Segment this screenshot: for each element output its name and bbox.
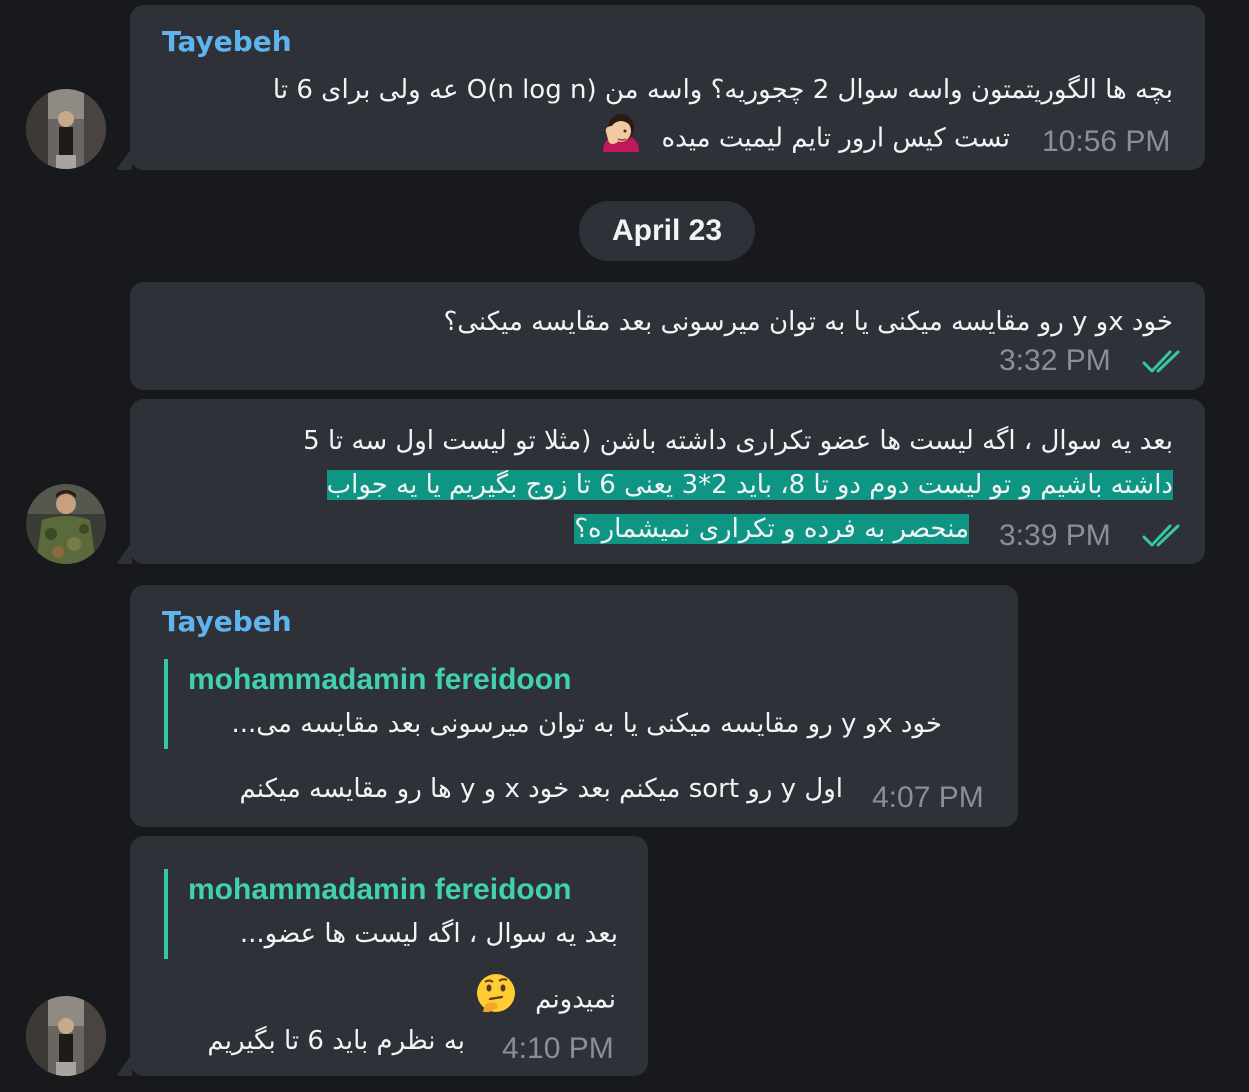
avatar-tayebeh[interactable]: [26, 89, 106, 169]
reply-text: بعد یه سوال ، اگه لیست ها عضو...: [239, 919, 618, 949]
double-check-icon: [1142, 350, 1180, 373]
message-text: بچه ها الگوریتمتون واسه سوال 2 چجوریه؟ و…: [272, 75, 1173, 105]
reply-text: خود xو y رو مقایسه میکنی یا به توان میرس…: [231, 709, 943, 739]
highlighted-text: منحصر به فرده و تکراری نمیشماره؟: [574, 514, 969, 544]
message-text: اول y رو sort میکنم بعد خود x و y ها رو …: [239, 774, 843, 804]
reply-quote[interactable]: mohammadamin fereidoon خود xو y رو مقایس…: [164, 659, 978, 749]
message-text: به نظرم باید 6 تا بگیریم: [207, 1026, 465, 1056]
sender-name[interactable]: Tayebeh: [162, 25, 292, 58]
message-text: نمیدونم: [535, 984, 616, 1015]
message-time: 10:56 PM: [1042, 125, 1171, 158]
message-text: داشته باشیم و تو لیست دوم دو تا 8، باید …: [326, 463, 1173, 507]
face-palm-emoji: [599, 112, 643, 166]
reply-sender-name: mohammadamin fereidoon: [188, 663, 572, 696]
date-separator: April 23: [579, 201, 755, 261]
reply-sender-name: mohammadamin fereidoon: [188, 873, 572, 906]
message-text-line2: تست کیس ارور تایم لیمیت میده: [599, 112, 1010, 166]
sender-name[interactable]: Tayebeh: [162, 605, 292, 638]
message-bubble[interactable]: Tayebeh بچه ها الگوریتمتون واسه سوال 2 چ…: [130, 5, 1205, 170]
message-time: 3:32 PM: [999, 344, 1111, 377]
avatar-mohammadamin[interactable]: [26, 484, 106, 564]
message-bubble[interactable]: mohammadamin fereidoon بعد یه سوال ، اگه…: [130, 836, 648, 1076]
message-time: 4:07 PM: [872, 781, 984, 814]
message-text-segment: بعد یه سوال ، اگه لیست ها عضو تکراری داش…: [303, 426, 1173, 456]
message-bubble[interactable]: بعد یه سوال ، اگه لیست ها عضو تکراری داش…: [130, 399, 1205, 564]
message-text: خود xو y رو مقایسه میکنی یا به توان میرس…: [443, 307, 1173, 337]
message-time: 3:39 PM: [999, 519, 1111, 552]
message-text: بعد یه سوال ، اگه لیست ها عضو تکراری داش…: [303, 419, 1173, 463]
message-time: 4:10 PM: [502, 1032, 614, 1065]
thinking-face-emoji: [475, 972, 517, 1028]
avatar-tayebeh[interactable]: [26, 996, 106, 1076]
double-check-icon: [1142, 524, 1180, 547]
message-text: تست کیس ارور تایم لیمیت میده: [661, 123, 1010, 154]
message-text-line1: نمیدونم: [475, 972, 616, 1028]
reply-quote[interactable]: mohammadamin fereidoon بعد یه سوال ، اگه…: [164, 869, 618, 959]
highlighted-text: داشته باشیم و تو لیست دوم دو تا 8، باید …: [326, 470, 1173, 500]
message-bubble[interactable]: خود xو y رو مقایسه میکنی یا به توان میرس…: [130, 282, 1205, 390]
message-text: منحصر به فرده و تکراری نمیشماره؟: [574, 507, 969, 551]
message-bubble[interactable]: Tayebeh mohammadamin fereidoon خود xو y …: [130, 585, 1018, 827]
